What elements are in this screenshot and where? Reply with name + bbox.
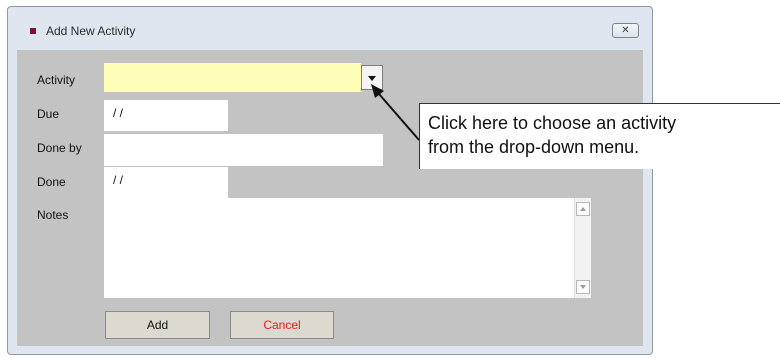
callout-arrow (371, 84, 420, 141)
